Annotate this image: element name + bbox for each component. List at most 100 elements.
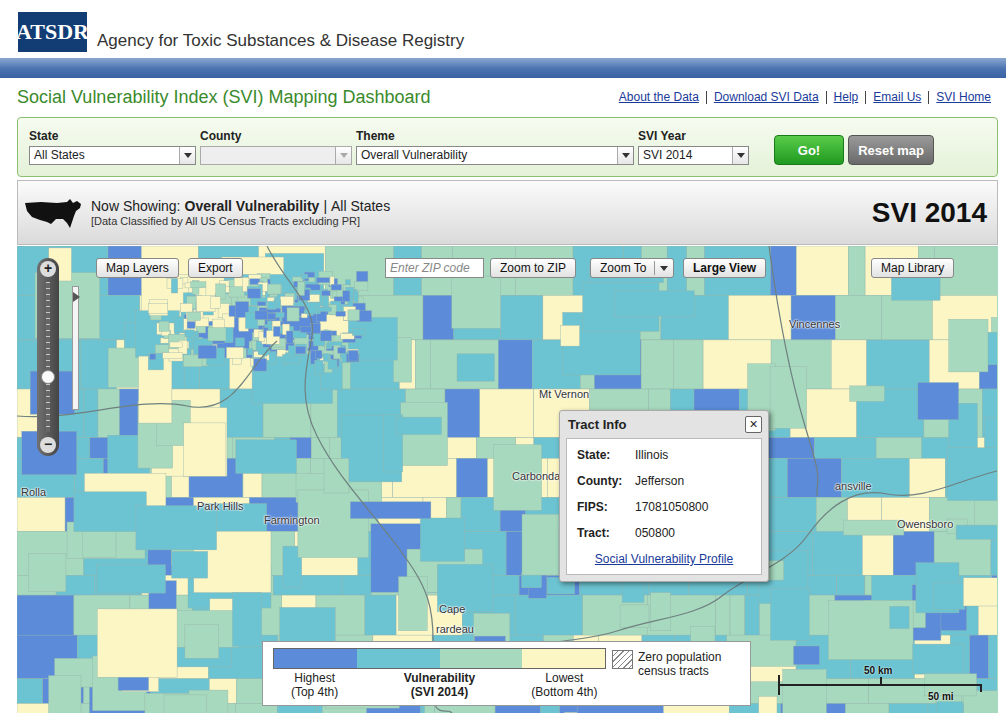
zip-input[interactable]: Enter ZIP code bbox=[385, 258, 484, 278]
profile-link[interactable]: Social Vulnerability Profile bbox=[577, 552, 751, 566]
info-label: Tract: bbox=[577, 526, 629, 540]
arrow-shape bbox=[340, 153, 348, 158]
census-tract bbox=[185, 330, 195, 337]
census-tract bbox=[170, 342, 183, 347]
showing-label: Now Showing: bbox=[91, 198, 181, 214]
census-tract bbox=[148, 353, 163, 370]
map-layers-button[interactable]: Map Layers bbox=[96, 258, 179, 278]
census-tract bbox=[415, 340, 430, 389]
zoom-to-dropdown[interactable]: Zoom To bbox=[590, 258, 674, 278]
census-tract bbox=[796, 246, 848, 295]
census-tract bbox=[848, 246, 865, 295]
info-value: 050800 bbox=[635, 526, 675, 540]
census-tract bbox=[836, 295, 882, 340]
census-tract bbox=[501, 295, 543, 340]
census-tract bbox=[301, 314, 307, 318]
map-view[interactable]: +−Map LayersExportEnter ZIP codeZoom to … bbox=[17, 246, 998, 713]
nav-link[interactable]: Email Us bbox=[865, 91, 928, 104]
dropdown-arrow-icon[interactable] bbox=[179, 147, 195, 164]
info-label: FIPS: bbox=[577, 500, 629, 514]
census-tract bbox=[812, 532, 862, 576]
filter-label: County bbox=[200, 129, 352, 143]
census-tract bbox=[336, 311, 346, 316]
filter-select[interactable]: All States bbox=[29, 146, 196, 165]
legend-swatch bbox=[274, 649, 357, 668]
place-label: Owensboro bbox=[897, 518, 953, 530]
census-tract bbox=[867, 340, 929, 389]
census-tract bbox=[850, 386, 885, 401]
census-tract bbox=[49, 676, 81, 713]
zoom-slider[interactable]: +− bbox=[37, 258, 59, 456]
legend-label-sub: (Top 4th) bbox=[273, 685, 356, 699]
census-tract bbox=[651, 593, 671, 631]
nav-link[interactable]: Help bbox=[826, 91, 866, 104]
zoom-in-button[interactable]: + bbox=[40, 261, 56, 277]
census-tract bbox=[452, 276, 501, 328]
census-tract bbox=[309, 277, 315, 282]
census-tract bbox=[311, 438, 329, 459]
census-tract bbox=[142, 275, 224, 322]
arrow-shape bbox=[184, 153, 192, 158]
census-tract bbox=[226, 347, 243, 358]
filter-panel: StateAll StatesCountyThemeOverall Vulner… bbox=[17, 117, 998, 177]
filter-select[interactable]: SVI 2014 bbox=[638, 146, 749, 165]
nav-link[interactable]: Download SVI Data bbox=[706, 91, 826, 104]
dropdown-arrow-icon[interactable] bbox=[654, 261, 668, 275]
select-value: All States bbox=[30, 147, 179, 164]
map-library-button[interactable]: Map Library bbox=[871, 258, 954, 278]
atsdr-logo[interactable]: ATSDR bbox=[18, 12, 87, 52]
info-row: FIPS:17081050800 bbox=[577, 500, 751, 514]
census-tract bbox=[273, 327, 280, 337]
slider-handle-icon[interactable] bbox=[73, 292, 80, 302]
showing-line: Now Showing:Overall Vulnerability|All St… bbox=[91, 198, 390, 214]
dropdown-arrow-icon[interactable] bbox=[617, 147, 633, 164]
legend-swatch bbox=[357, 649, 440, 668]
census-tract bbox=[396, 417, 442, 435]
census-tract bbox=[184, 423, 226, 476]
census-tract bbox=[730, 595, 745, 635]
title-row: Social Vulnerability Index (SVI) Mapping… bbox=[0, 78, 1006, 116]
census-tract bbox=[328, 360, 337, 370]
census-tract bbox=[29, 554, 66, 592]
census-tract bbox=[909, 458, 945, 497]
nav-link[interactable]: SVI Home bbox=[928, 91, 998, 104]
dropdown-arrow-icon[interactable] bbox=[732, 147, 748, 164]
large-view-button[interactable]: Large View bbox=[683, 258, 766, 278]
census-tract bbox=[716, 595, 730, 635]
census-tract bbox=[84, 389, 98, 437]
census-tract bbox=[236, 440, 297, 474]
legend-label-text: Highest bbox=[273, 671, 356, 685]
census-tract bbox=[331, 284, 341, 290]
filter-field: SVI YearSVI 2014 bbox=[638, 129, 749, 165]
go-button[interactable]: Go! bbox=[774, 135, 844, 165]
census-tract bbox=[315, 350, 322, 358]
census-tract bbox=[430, 340, 498, 389]
reset-map-button[interactable]: Reset map bbox=[848, 135, 934, 165]
census-tract bbox=[620, 605, 649, 628]
census-tract bbox=[807, 575, 837, 595]
legend-swatch bbox=[522, 649, 605, 668]
zoom-thumb[interactable] bbox=[41, 370, 55, 384]
info-value: Jefferson bbox=[635, 474, 684, 488]
nav-link[interactable]: About the Data bbox=[612, 91, 706, 104]
census-tract bbox=[457, 458, 488, 497]
classification-note: [Data Classified by All US Census Tracts… bbox=[91, 215, 390, 227]
info-row: County:Jefferson bbox=[577, 474, 751, 488]
census-tract bbox=[148, 303, 168, 313]
close-button[interactable]: × bbox=[745, 416, 762, 433]
census-tract bbox=[343, 291, 350, 302]
census-tract bbox=[862, 532, 893, 576]
opacity-slider[interactable] bbox=[72, 286, 79, 410]
census-tract bbox=[188, 312, 201, 320]
zoom-track[interactable] bbox=[46, 282, 50, 432]
scale-tick bbox=[880, 677, 882, 685]
export-button[interactable]: Export bbox=[188, 258, 243, 278]
filter-select[interactable]: Overall Vulnerability bbox=[356, 146, 634, 165]
census-tract bbox=[816, 497, 847, 531]
census-tract bbox=[191, 282, 206, 288]
census-tract bbox=[302, 274, 308, 279]
zoom-out-button[interactable]: − bbox=[40, 437, 56, 453]
census-tract bbox=[457, 354, 494, 381]
zoom-to-zip-button[interactable]: Zoom to ZIP bbox=[490, 258, 576, 278]
select-value: SVI 2014 bbox=[639, 147, 732, 164]
